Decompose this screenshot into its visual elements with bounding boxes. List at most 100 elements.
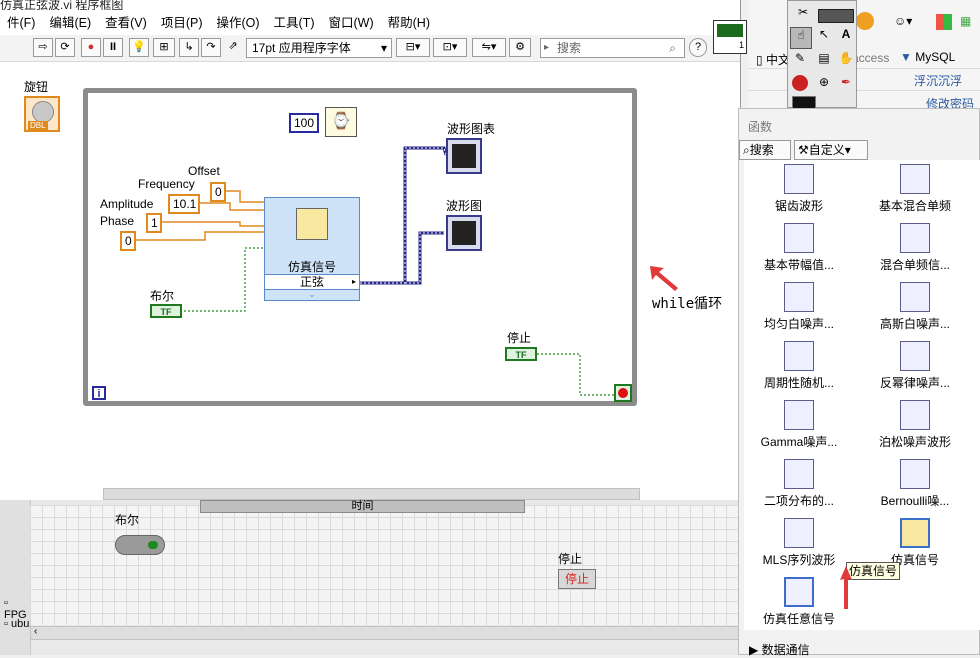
palette-item-label: 反幂律噪声... <box>879 376 950 390</box>
stop-label: 停止 <box>507 331 532 345</box>
poisson-noise-icon <box>900 400 930 430</box>
amplitude-label: Amplitude <box>100 197 154 211</box>
palette-item-uniform-noise[interactable]: 均匀白噪声... <box>744 278 854 338</box>
grid-icon[interactable]: ▦ <box>960 14 976 30</box>
chart-icon <box>452 144 476 168</box>
palette-item-basic-mixed[interactable]: 基本混合单频 <box>860 160 970 220</box>
label-tool-icon[interactable]: A <box>836 27 856 47</box>
palette-item-mixed-single[interactable]: 混合单频信... <box>860 219 970 279</box>
phase-constant[interactable]: 0 <box>120 231 136 251</box>
palette-item-label: 泊松噪声波形 <box>878 435 951 449</box>
fp-horizontal-scrollbar[interactable]: ‹ <box>30 626 740 640</box>
bool-label: 布尔 <box>150 289 175 303</box>
palette-item-label: 高斯白噪声... <box>879 317 950 331</box>
palette-customize-button[interactable]: ⚒自定义▾ <box>794 140 868 160</box>
palette-search-button[interactable]: ⌕搜索 <box>739 140 791 160</box>
palette-item-mls[interactable]: MLS序列波形 <box>744 514 854 574</box>
gamma-noise-icon <box>784 400 814 430</box>
fp-bool-switch[interactable] <box>115 535 165 555</box>
waveform-graph-terminal[interactable] <box>446 215 482 251</box>
browser-tab-3[interactable]: ▼ MySQL <box>900 50 955 64</box>
palette-item-label: 混合单频信... <box>879 258 950 272</box>
palette-item-label: 均匀白噪声... <box>763 317 834 331</box>
tab-label: MySQL <box>915 50 956 64</box>
frequency-constant[interactable]: 10.1 <box>168 194 200 214</box>
divider <box>748 90 980 91</box>
mysql-icon: ▼ <box>900 50 912 64</box>
horizontal-scrollbar[interactable] <box>103 488 640 500</box>
palette-item-label: 仿真任意信号 <box>762 612 835 626</box>
palette-title: 函数 <box>748 120 773 134</box>
operate-tool-icon[interactable]: ☝ <box>790 27 812 49</box>
timer-constant[interactable]: 100 <box>289 113 319 133</box>
arbitrary-signal-icon <box>784 577 814 607</box>
scroll-tool-icon[interactable]: ✋ <box>836 51 856 71</box>
palette-item-label: Gamma噪声... <box>760 435 838 449</box>
offset-constant[interactable]: 0 <box>210 182 226 202</box>
tool-bar-icon <box>818 9 854 23</box>
sawtooth-wave-icon <box>784 164 814 194</box>
fp-stop-button[interactable]: 停止 <box>558 569 596 589</box>
palette-item-binomial[interactable]: 二项分布的... <box>744 455 854 515</box>
palette-item-periodic-random[interactable]: 周期性随机... <box>744 337 854 397</box>
palette-customize-label: 自定义 <box>808 143 845 157</box>
frequency-label: Frequency <box>138 177 195 191</box>
shortcut-menu-tool-icon[interactable]: ▤ <box>814 51 834 71</box>
simulate-signal-block[interactable]: 仿真信号 正弦 ▸ ⌄ <box>264 197 360 301</box>
browser-tab-2[interactable]: access <box>852 51 889 65</box>
binomial-noise-icon <box>784 459 814 489</box>
palette-search-label: 搜索 <box>749 143 774 157</box>
expand-icon[interactable]: ⌄ <box>265 290 359 299</box>
bernoulli-noise-icon <box>900 459 930 489</box>
fp-bool-label: 布尔 <box>115 513 140 527</box>
breakpoint-tool-icon[interactable] <box>792 75 808 91</box>
wait-timer-icon[interactable]: ⌚ <box>325 107 357 137</box>
browser-tab-1[interactable]: ▯ 中文 <box>756 51 790 68</box>
mixed-tone-icon <box>900 164 930 194</box>
palette-item-gamma-noise[interactable]: Gamma噪声... <box>744 396 854 456</box>
fp-left-strip: ▫ FPG ▫ ubu <box>0 500 31 655</box>
palette-item-basic-amplitude[interactable]: 基本带幅值... <box>744 219 854 279</box>
palette-item-label: 周期性随机... <box>763 376 834 390</box>
palette-item-bernoulli[interactable]: Bernoulli噪... <box>860 455 970 515</box>
palette-item-label: 基本带幅值... <box>763 258 834 272</box>
auto-tool-icon[interactable]: ✂ <box>792 5 814 25</box>
fp-stop-label: 停止 <box>558 552 583 566</box>
chevron-left-icon[interactable]: ‹ <box>34 626 37 637</box>
chevron-right-icon: ▸ <box>351 277 356 286</box>
simulate-signal-icon <box>296 208 328 240</box>
palette-item-sawtooth[interactable]: 锯齿波形 <box>744 160 854 220</box>
game-icon[interactable]: ☺▾ <box>894 14 916 30</box>
mixed-single-icon <box>900 223 930 253</box>
signal-type-selector[interactable]: 正弦 ▸ <box>265 274 359 290</box>
apps-icon[interactable] <box>936 14 952 30</box>
bool-terminal[interactable]: TF <box>150 304 182 318</box>
inverse-power-icon <box>900 341 930 371</box>
offset-label: Offset <box>188 164 220 178</box>
mls-sequence-icon <box>784 518 814 548</box>
block-diagram-window: 仿真正弦波.vi 程序框图 件(F) 编辑(E) 查看(V) 项目(P) 操作(O) 工具… <box>0 0 747 500</box>
tooltip: 仿真信号 <box>846 562 901 580</box>
palette-item-gaussian-noise[interactable]: 高斯白噪声... <box>860 278 970 338</box>
palette-item-inverse-power[interactable]: 反幂律噪声... <box>860 337 970 397</box>
amplitude-constant[interactable]: 1 <box>146 213 162 233</box>
palette-category-data-comm[interactable]: ▶ 数据通信 <box>749 641 810 658</box>
browser-link-1[interactable]: 浮沉沉浮 <box>914 72 962 89</box>
while-loop-annotation: while循环 <box>652 296 723 312</box>
graph-icon <box>452 221 476 245</box>
wire-tool-icon[interactable]: ✎ <box>790 51 810 71</box>
fp-side-item-2[interactable]: ▫ ubu <box>4 618 29 630</box>
probe-tool-icon[interactable]: ⊕ <box>814 75 834 95</box>
waveform-chart-terminal[interactable] <box>446 138 482 174</box>
color-copy-tool-icon[interactable]: ✒ <box>836 75 856 95</box>
palette-item-label: Bernoulli噪... <box>880 494 950 508</box>
waveform-chart-label: 波形图表 <box>447 122 496 136</box>
stop-terminal[interactable]: TF <box>505 347 537 361</box>
palette-item-poisson-noise[interactable]: 泊松噪声波形 <box>860 396 970 456</box>
browser-extension-icon[interactable] <box>856 12 874 30</box>
waveform-graph-label: 波形图 <box>446 199 483 213</box>
divider <box>748 68 980 69</box>
time-label: 时间 <box>351 500 374 512</box>
palette-item-label: 基本混合单频 <box>878 199 951 213</box>
position-tool-icon[interactable]: ↖ <box>814 27 834 47</box>
